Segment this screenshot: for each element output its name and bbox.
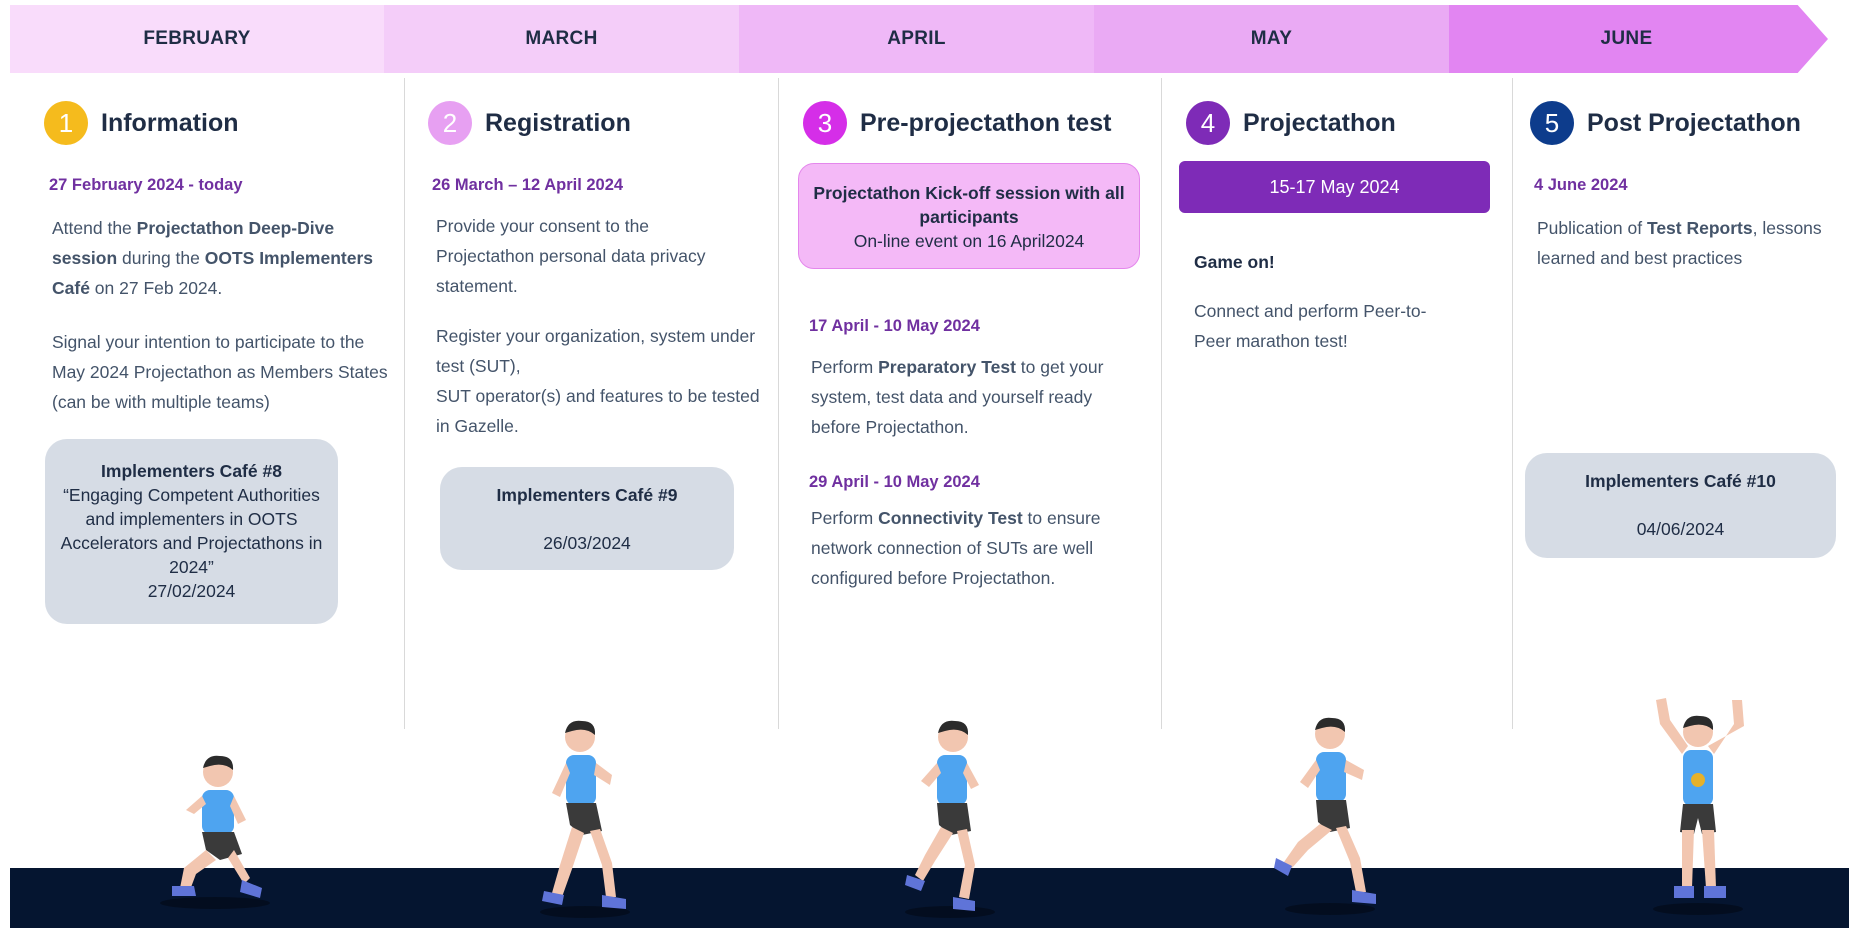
step-5-date: 4 June 2024: [1534, 176, 1628, 194]
cafe-9-title: Implementers Café #9: [496, 485, 678, 505]
month-may: MAY: [1094, 5, 1449, 73]
step-1-title: Information: [101, 108, 239, 137]
implementers-cafe-10-box: Implementers Café #10 04/06/2024: [1525, 453, 1836, 558]
runner-jogging-illustration: [540, 720, 630, 918]
month-april: APRIL: [739, 5, 1094, 73]
projectathon-date-pill: 15-17 May 2024: [1179, 161, 1490, 213]
implementers-cafe-9-box: Implementers Café #9 26/03/2024: [440, 467, 734, 570]
step-3-date-preparatory: 17 April - 10 May 2024: [809, 317, 980, 335]
step-1-description: Attend the Projectathon Deep-Dive sessio…: [52, 218, 373, 298]
column-divider: [1512, 78, 1513, 729]
step-2-header: 2 Registration: [428, 100, 631, 146]
runner-jogging-illustration: [905, 720, 995, 918]
step-3-preparatory-text: Perform Preparatory Test to get your sys…: [811, 357, 1104, 437]
step-2-title: Registration: [485, 108, 631, 137]
runner-kneeling-illustration: [160, 755, 270, 909]
step-1-date: 27 February 2024 - today: [49, 176, 243, 194]
runner-celebrating-illustration: [1653, 698, 1744, 915]
implementers-cafe-8-box: Implementers Café #8 “Engaging Competent…: [45, 439, 338, 624]
step-3-date-connectivity: 29 April - 10 May 2024: [809, 473, 980, 491]
cafe-8-subtitle: “Engaging Competent Authorities and impl…: [60, 485, 323, 577]
step-2-register-text: Register your organization, system under…: [436, 326, 756, 376]
cafe-10-title: Implementers Café #10: [1585, 471, 1776, 491]
step-2-consent-text: Provide your consent to the Projectathon…: [436, 216, 706, 296]
column-divider: [1161, 78, 1162, 729]
step-4-heading: Game on!: [1194, 252, 1275, 272]
kickoff-text: On-line event on 16 April2024: [853, 231, 1085, 251]
step-3-number-badge: 3: [803, 101, 847, 145]
cafe-8-title: Implementers Café #8: [101, 461, 282, 481]
step-3-header: 3 Pre-projectathon test: [803, 100, 1111, 146]
month-june: JUNE: [1449, 5, 1828, 73]
step-4-title: Projectathon: [1243, 108, 1396, 137]
step-1-header: 1 Information: [44, 100, 239, 146]
step-5-number-badge: 5: [1530, 101, 1574, 145]
step-5-title: Post Projectathon: [1587, 108, 1801, 137]
step-3-title: Pre-projectathon test: [860, 108, 1112, 137]
cafe-9-date: 26/03/2024: [543, 533, 631, 553]
step-4-number-badge: 4: [1186, 101, 1230, 145]
month-february: FEBRUARY: [10, 5, 384, 73]
step-5-header: 5 Post Projectathon: [1530, 100, 1801, 146]
step-1-number-badge: 1: [44, 101, 88, 145]
step-3-connectivity-text: Perform Connectivity Test to ensure netw…: [811, 508, 1101, 588]
column-divider: [404, 78, 405, 729]
step-5-description: Publication of Test Reports, lessons lea…: [1537, 218, 1822, 268]
runner-running-illustration: [1274, 717, 1376, 915]
step-1-participation-note: Signal your intention to participate to …: [52, 332, 388, 412]
step-4-header: 4 Projectathon: [1186, 100, 1396, 146]
cafe-8-date: 27/02/2024: [147, 581, 236, 601]
kickoff-title: Projectathon Kick-off session with all p…: [813, 183, 1125, 227]
step-2-date: 26 March – 12 April 2024: [432, 176, 624, 194]
month-march: MARCH: [384, 5, 739, 73]
month-timeline: FEBRUARY MARCH APRIL MAY JUNE: [10, 5, 1828, 73]
column-divider: [778, 78, 779, 729]
step-2-number-badge: 2: [428, 101, 472, 145]
step-2-features-text: SUT operator(s) and features to be teste…: [436, 386, 760, 436]
step-4-description: Connect and perform Peer-to-Peer maratho…: [1194, 301, 1427, 351]
kickoff-session-box: Projectathon Kick-off session with all p…: [798, 163, 1140, 269]
cafe-10-date: 04/06/2024: [1636, 519, 1725, 539]
